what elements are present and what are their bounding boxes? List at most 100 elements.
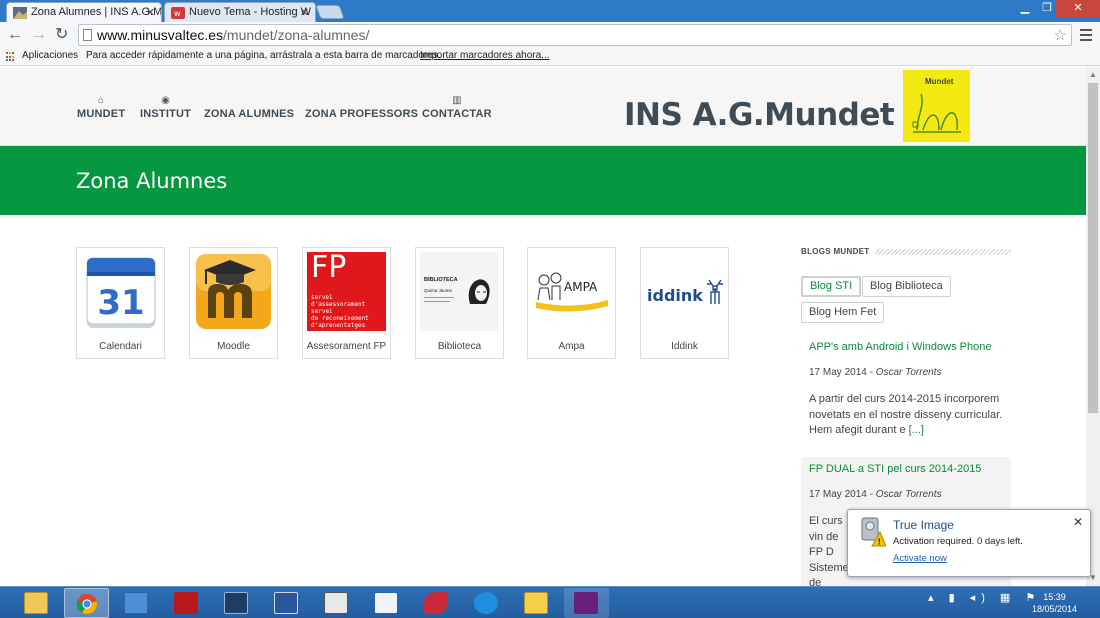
iddink-icon: iddink xyxy=(645,252,724,331)
taskbar-acrobat[interactable] xyxy=(164,588,209,618)
close-tab-icon[interactable]: ✕ xyxy=(146,6,155,19)
fp-icon: FP servei d'assessorament servei de reco… xyxy=(307,252,386,331)
chrome-icon xyxy=(76,593,98,615)
scroll-thumb[interactable] xyxy=(1088,83,1098,413)
post-excerpt-text: A partir del curs 2014-2015 incorporem n… xyxy=(809,393,1003,436)
logo-drawing-icon xyxy=(912,93,961,133)
word-icon xyxy=(274,592,298,614)
post-date: 17 May 2014 - xyxy=(809,367,876,378)
window-close-icon[interactable]: ✕ xyxy=(1056,0,1100,18)
bookmark-star-icon[interactable]: ☆ xyxy=(1054,26,1067,46)
browser-menu-icon[interactable] xyxy=(1080,26,1092,42)
taskbar-visual-studio[interactable] xyxy=(564,588,609,618)
taskbar-clock[interactable]: 15:39 18/05/2014 xyxy=(1032,591,1077,615)
window-app-icon xyxy=(124,592,148,614)
tile-caption: Moodle xyxy=(217,341,250,352)
taskbar-word[interactable] xyxy=(264,588,309,618)
taskbar-app-9[interactable] xyxy=(414,588,459,618)
eye-icon: ◉ xyxy=(161,95,171,106)
library-icon: BIBLIOTECA Quima Jaume xyxy=(420,252,499,331)
post-title-link[interactable]: APP's amb Android i Windows Phone xyxy=(809,341,1011,353)
notification-message: Activation required. 0 days left. xyxy=(893,536,1023,547)
tab-blog-biblioteca[interactable]: Blog Biblioteca xyxy=(862,276,951,297)
post-date: 17 May 2014 - xyxy=(809,489,876,500)
notification-close-icon[interactable]: ✕ xyxy=(1073,515,1083,529)
system-tray[interactable]: ▴ ▮ ◂) ▦ ⚑ xyxy=(928,591,1041,604)
tile-caption: Biblioteca xyxy=(437,341,482,352)
address-bar[interactable]: www.minusvaltec.es/mundet/zona-alumnes/ … xyxy=(78,24,1072,46)
ampa-wordmark: AMPA xyxy=(564,280,598,294)
url-host: www.minusvaltec.es xyxy=(97,27,224,43)
nav-zona-professors[interactable]: ZONA PROFESSORS xyxy=(305,94,418,120)
browser-toolbar: ← → ↻ www.minusvaltec.es/mundet/zona-alu… xyxy=(0,22,1100,48)
tile-ampa[interactable]: AMPA Ampa xyxy=(527,247,616,359)
tab-blog-hem-fet[interactable]: Blog Hem Fet xyxy=(801,302,885,323)
taskbar-dev[interactable] xyxy=(214,588,259,618)
tab-label: Zona Alumnes | INS A.G.M xyxy=(31,6,162,18)
apps-grid-icon[interactable] xyxy=(6,52,16,62)
new-tab-button[interactable] xyxy=(315,5,345,19)
school-logo[interactable]: Mundet xyxy=(903,70,970,142)
reload-icon[interactable]: ↻ xyxy=(55,26,68,44)
taskbar-app-7[interactable] xyxy=(314,588,359,618)
blog-post: APP's amb Android i Windows Phone 17 May… xyxy=(801,341,1011,439)
apps-label[interactable]: Aplicaciones xyxy=(22,48,78,64)
nav-label: ZONA PROFESSORS xyxy=(305,108,419,120)
post-meta: 17 May 2014 - Oscar Torrents xyxy=(809,489,1003,500)
restore-icon[interactable]: ❐ xyxy=(1037,0,1057,18)
svg-text:w: w xyxy=(174,9,181,18)
post-title-link[interactable]: FP DUAL a STI pel curs 2014-2015 xyxy=(809,463,1003,475)
scroll-up-icon[interactable]: ▲ xyxy=(1089,70,1097,79)
taskbar-app-3[interactable] xyxy=(114,588,159,618)
post-excerpt: El curs vin de FP D Sistemes de Telecomu… xyxy=(809,514,854,586)
forward-icon[interactable]: → xyxy=(31,26,47,44)
import-bookmarks-link[interactable]: Importar marcadores ahora... xyxy=(420,48,550,64)
fp-line: servei xyxy=(311,308,333,315)
bookmarks-bar: Aplicaciones Para acceder rápidamente a … xyxy=(0,48,1100,66)
taskbar-app-8[interactable] xyxy=(364,588,409,618)
svg-text:!: ! xyxy=(878,538,882,547)
logo-word: Mundet xyxy=(925,77,954,86)
close-tab-icon[interactable]: ✕ xyxy=(300,6,309,19)
calendar-icon: 31 xyxy=(86,257,156,328)
nav-contactar[interactable]: ▥ CONTACTAR xyxy=(422,94,492,120)
library-subtitle: Quima Jaume xyxy=(424,288,453,293)
fp-line: de reconeixement xyxy=(311,315,369,322)
nav-label: MUNDET xyxy=(77,108,126,120)
browser-tab-nuevo-tema[interactable]: w Nuevo Tema - Hosting W ✕ xyxy=(164,2,316,22)
notification-title: True Image xyxy=(893,518,954,532)
site-title[interactable]: INS A.G.Mundet xyxy=(624,97,895,133)
nav-institut[interactable]: ◉ INSTITUT xyxy=(140,94,191,120)
tile-assesorament-fp[interactable]: FP servei d'assessorament servei de reco… xyxy=(302,247,391,359)
browser-tab-strip: Zona Alumnes | INS A.G.M ✕ w Nuevo Tema … xyxy=(0,0,1100,22)
read-more-link[interactable]: [...] xyxy=(909,424,924,436)
map-icon: ▥ xyxy=(452,95,462,106)
nav-label: INSTITUT xyxy=(140,108,192,120)
tile-calendari[interactable]: 31 Calendari xyxy=(76,247,165,359)
hosting-favicon: w xyxy=(171,7,185,19)
blogs-sidebar: BLOGS MUNDET Blog STI Blog Biblioteca Bl… xyxy=(801,247,1011,586)
fp-line: d'aprenentatges xyxy=(311,322,366,329)
nav-zona-alumnes[interactable]: ZONA ALUMNES xyxy=(204,94,294,120)
fp-line: servei xyxy=(311,294,333,301)
taskbar-explorer[interactable] xyxy=(14,588,59,618)
tab-blog-sti[interactable]: Blog STI xyxy=(801,276,862,297)
browser-tab-zona-alumnes[interactable]: Zona Alumnes | INS A.G.M ✕ xyxy=(6,2,162,22)
taskbar-app-11[interactable] xyxy=(514,588,559,618)
back-icon[interactable]: ← xyxy=(7,26,23,44)
page-banner: Zona Alumnes xyxy=(0,146,1086,215)
site-header: ⌂ MUNDET ◉ INSTITUT ZONA ALUMNES ZONA PR… xyxy=(0,67,1086,146)
post-author: Oscar Torrents xyxy=(875,367,942,378)
visual-studio-icon xyxy=(574,592,598,614)
taskbar-teamviewer[interactable] xyxy=(464,588,509,618)
tile-caption: Iddink xyxy=(671,341,698,352)
tile-moodle[interactable]: Moodle xyxy=(189,247,278,359)
activate-now-link[interactable]: Activate now xyxy=(893,553,947,564)
minimize-icon[interactable]: ▁ xyxy=(1015,0,1035,18)
fp-line: d'assessorament xyxy=(311,301,366,308)
tile-iddink[interactable]: iddink Iddink xyxy=(640,247,729,359)
nav-mundet[interactable]: ⌂ MUNDET xyxy=(77,94,125,120)
true-image-notification[interactable]: ! True Image Activation required. 0 days… xyxy=(847,509,1091,577)
taskbar-chrome[interactable] xyxy=(64,588,109,618)
tile-biblioteca[interactable]: BIBLIOTECA Quima Jaume Biblioteca xyxy=(415,247,504,359)
